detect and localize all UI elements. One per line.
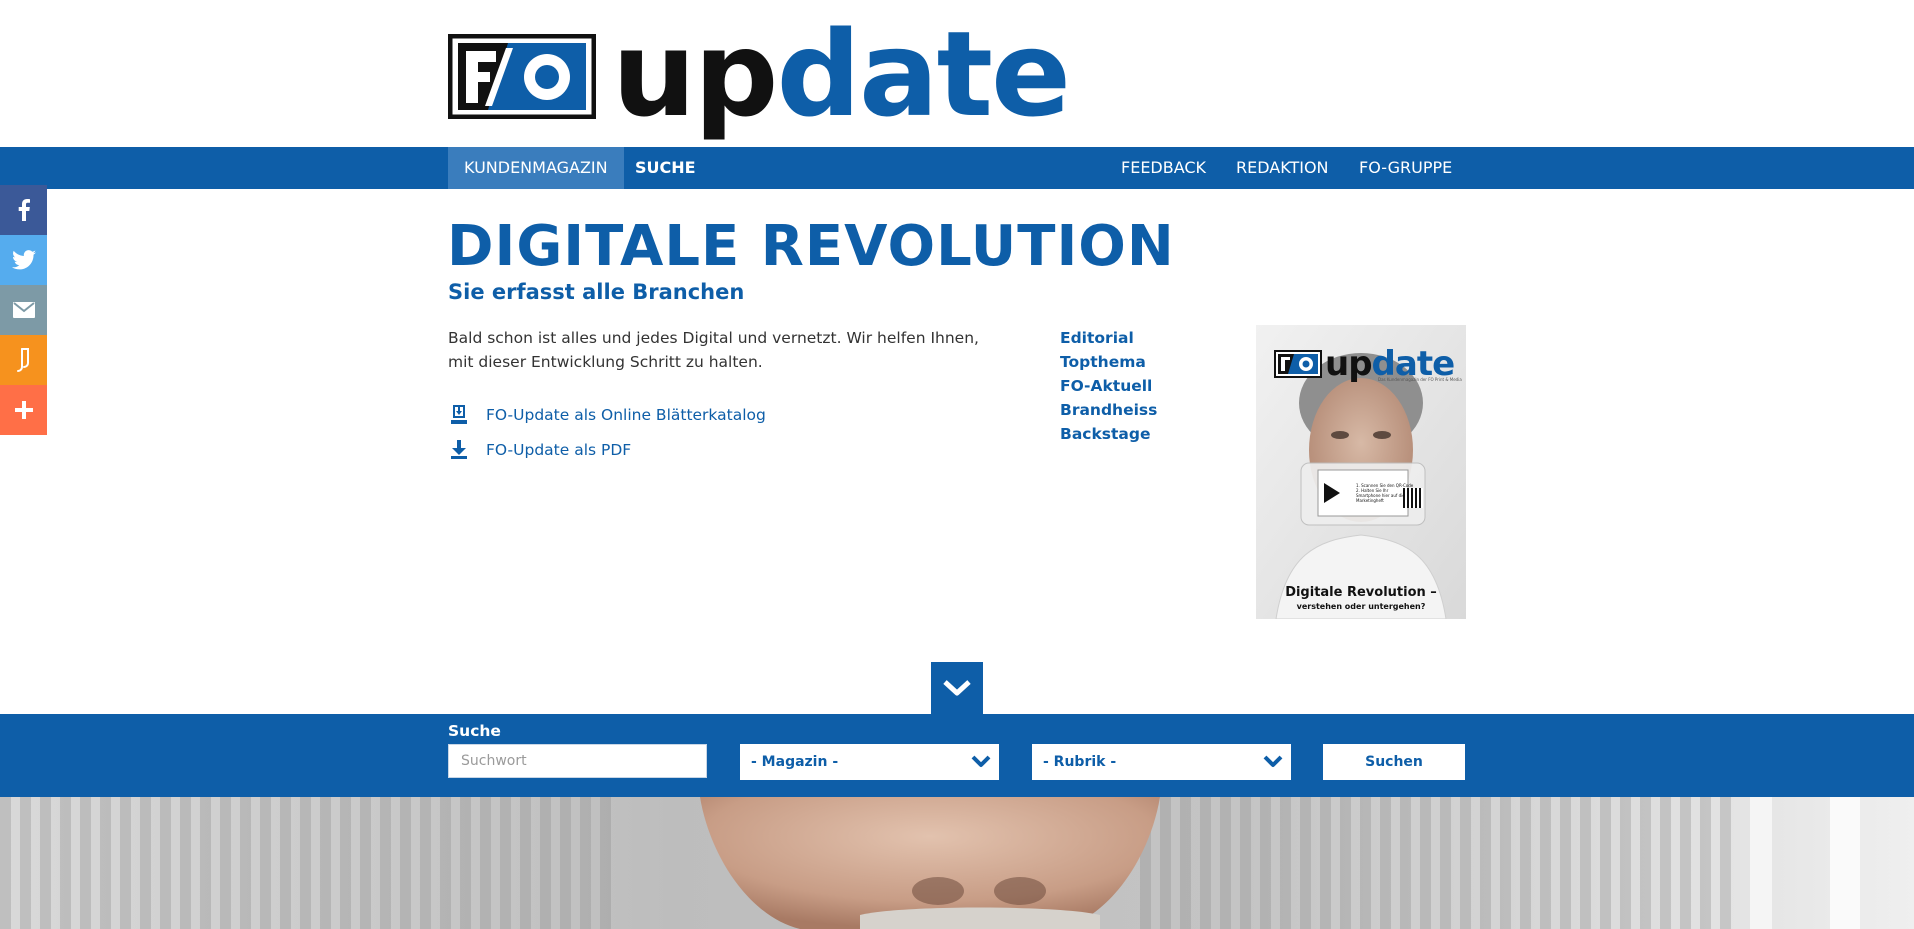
- cover-tagline: Das Kundenmagazin der FO Print & Media: [1378, 377, 1462, 382]
- search-toggle-button[interactable]: [931, 662, 983, 714]
- email-share-button[interactable]: [0, 285, 47, 335]
- magazine-cover-image[interactable]: update Das Kundenmagazin der FO Print & …: [1256, 325, 1466, 619]
- pdf-download-label: FO-Update als PDF: [486, 441, 632, 459]
- search-label: Suche: [448, 722, 501, 740]
- facebook-share-button[interactable]: [0, 185, 47, 235]
- online-catalog-label: FO-Update als Online Blätterkatalog: [486, 406, 766, 424]
- toc-item-brandheiss[interactable]: Brandheiss: [1060, 398, 1157, 422]
- more-share-button[interactable]: [0, 385, 47, 435]
- catalog-download-icon: [448, 404, 470, 426]
- cover-fo-logo-icon: [1274, 350, 1322, 378]
- site-header: update: [0, 0, 1914, 147]
- search-input[interactable]: [448, 744, 707, 778]
- chevron-down-icon: [971, 755, 991, 767]
- print-share-button[interactable]: [0, 335, 47, 385]
- issue-toc: Editorial Topthema FO-Aktuell Brandheiss…: [1060, 326, 1157, 446]
- share-plus-icon: [14, 401, 33, 419]
- twitter-share-button[interactable]: [0, 235, 47, 285]
- cover-logo: update: [1274, 347, 1455, 381]
- toc-item-topthema[interactable]: Topthema: [1060, 350, 1157, 374]
- cover-qr-code-icon: [1403, 488, 1423, 508]
- nav-item-feedback[interactable]: FEEDBACK: [1105, 147, 1222, 189]
- rubrik-select-value: - Rubrik -: [1043, 754, 1117, 770]
- print-icon: [16, 348, 29, 372]
- cover-logo-up: up: [1325, 344, 1373, 384]
- logo-word-up: up: [612, 5, 778, 143]
- twitter-icon: [11, 250, 36, 270]
- cover-subheadline: verstehen oder untergehen?: [1296, 602, 1426, 611]
- intro-text: Bald schon ist alles und jedes Digital u…: [448, 329, 979, 371]
- search-panel: Suche - Magazin - - Rubrik - Suchen: [0, 714, 1914, 797]
- magazin-select[interactable]: - Magazin -: [740, 744, 999, 780]
- nav-item-suche[interactable]: SUCHE: [619, 147, 712, 189]
- online-catalog-link[interactable]: FO-Update als Online Blätterkatalog: [448, 402, 766, 428]
- chevron-down-icon: [943, 680, 971, 696]
- cover-headline: Digitale Revolution –: [1285, 585, 1437, 600]
- logo-wordmark[interactable]: update: [612, 4, 1071, 144]
- nav-item-fo-gruppe[interactable]: FO-GRUPPE: [1343, 147, 1468, 189]
- nav-item-redaktion[interactable]: REDAKTION: [1220, 147, 1345, 189]
- chevron-down-icon: [1263, 755, 1283, 767]
- nav-item-kundenmagazin[interactable]: KUNDENMAGAZIN: [448, 147, 624, 189]
- pdf-download-icon: [448, 439, 470, 461]
- rubrik-select[interactable]: - Rubrik -: [1032, 744, 1291, 780]
- fo-logo-icon[interactable]: [448, 34, 596, 119]
- logo-word-date: date: [776, 5, 1071, 143]
- social-share-bar: [0, 185, 47, 435]
- toc-item-backstage[interactable]: Backstage: [1060, 422, 1157, 446]
- hero-portrait-image: [0, 797, 1914, 929]
- pdf-download-link[interactable]: FO-Update als PDF: [448, 437, 631, 463]
- page-subtitle: Sie erfasst alle Branchen: [448, 280, 745, 304]
- main-nav: KUNDENMAGAZIN SUCHE FEEDBACK REDAKTION F…: [0, 147, 1914, 189]
- page-title: DIGITALE REVOLUTION: [447, 214, 1175, 279]
- magazin-select-value: - Magazin -: [751, 754, 839, 770]
- facebook-icon: [18, 199, 30, 221]
- toc-item-fo-aktuell[interactable]: FO-Aktuell: [1060, 374, 1157, 398]
- search-submit-button[interactable]: Suchen: [1323, 744, 1465, 780]
- hero-photo: [0, 797, 1914, 929]
- toc-item-editorial[interactable]: Editorial: [1060, 326, 1157, 350]
- email-icon: [12, 302, 35, 318]
